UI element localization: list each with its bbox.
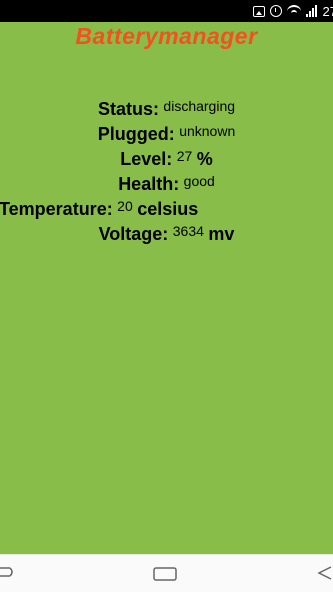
voltage-label: Voltage: bbox=[98, 224, 169, 244]
status-bar: 27 bbox=[0, 0, 333, 22]
navigation-bar bbox=[0, 554, 333, 592]
status-label: Status: bbox=[97, 99, 159, 119]
temperature-label: Temperature: bbox=[0, 199, 113, 219]
battery-percent: 27 bbox=[322, 3, 333, 19]
signal-icon bbox=[305, 5, 318, 17]
voltage-unit: mv bbox=[208, 224, 235, 244]
temperature-value: 20 bbox=[117, 198, 133, 214]
wifi-icon bbox=[286, 4, 301, 18]
app-content: Batterymanager Status: discharging Plugg… bbox=[0, 22, 333, 554]
recents-icon[interactable] bbox=[315, 564, 333, 582]
temperature-unit: celsius bbox=[137, 199, 199, 219]
level-value: 27 bbox=[176, 148, 193, 164]
plugged-value: unknown bbox=[179, 123, 236, 139]
status-icons: 27 bbox=[252, 2, 333, 20]
phone-screen: 27 Batterymanager Status: discharging Pl… bbox=[0, 0, 333, 592]
voltage-value: 3634 bbox=[172, 223, 204, 239]
app-title: Batterymanager bbox=[75, 23, 258, 49]
image-icon bbox=[252, 5, 265, 17]
alarm-icon bbox=[269, 5, 282, 17]
temperature-row: Temperature: 20 celsius bbox=[0, 194, 332, 219]
status-value: discharging bbox=[163, 98, 236, 114]
level-label: Level: bbox=[120, 149, 173, 169]
status-row: Status: discharging bbox=[0, 94, 333, 119]
level-unit: % bbox=[196, 149, 213, 169]
voltage-row: Voltage: 3634 mv bbox=[0, 219, 333, 244]
health-value: good bbox=[183, 173, 215, 189]
battery-info: Status: discharging Plugged: unknown Lev… bbox=[0, 94, 333, 244]
health-row: Health: good bbox=[0, 169, 333, 194]
level-row: Level: 27 % bbox=[0, 144, 333, 169]
back-icon[interactable] bbox=[0, 565, 16, 581]
health-label: Health: bbox=[118, 174, 180, 194]
plugged-row: Plugged: unknown bbox=[0, 119, 333, 144]
plugged-label: Plugged: bbox=[97, 124, 175, 144]
home-icon[interactable] bbox=[153, 567, 177, 581]
